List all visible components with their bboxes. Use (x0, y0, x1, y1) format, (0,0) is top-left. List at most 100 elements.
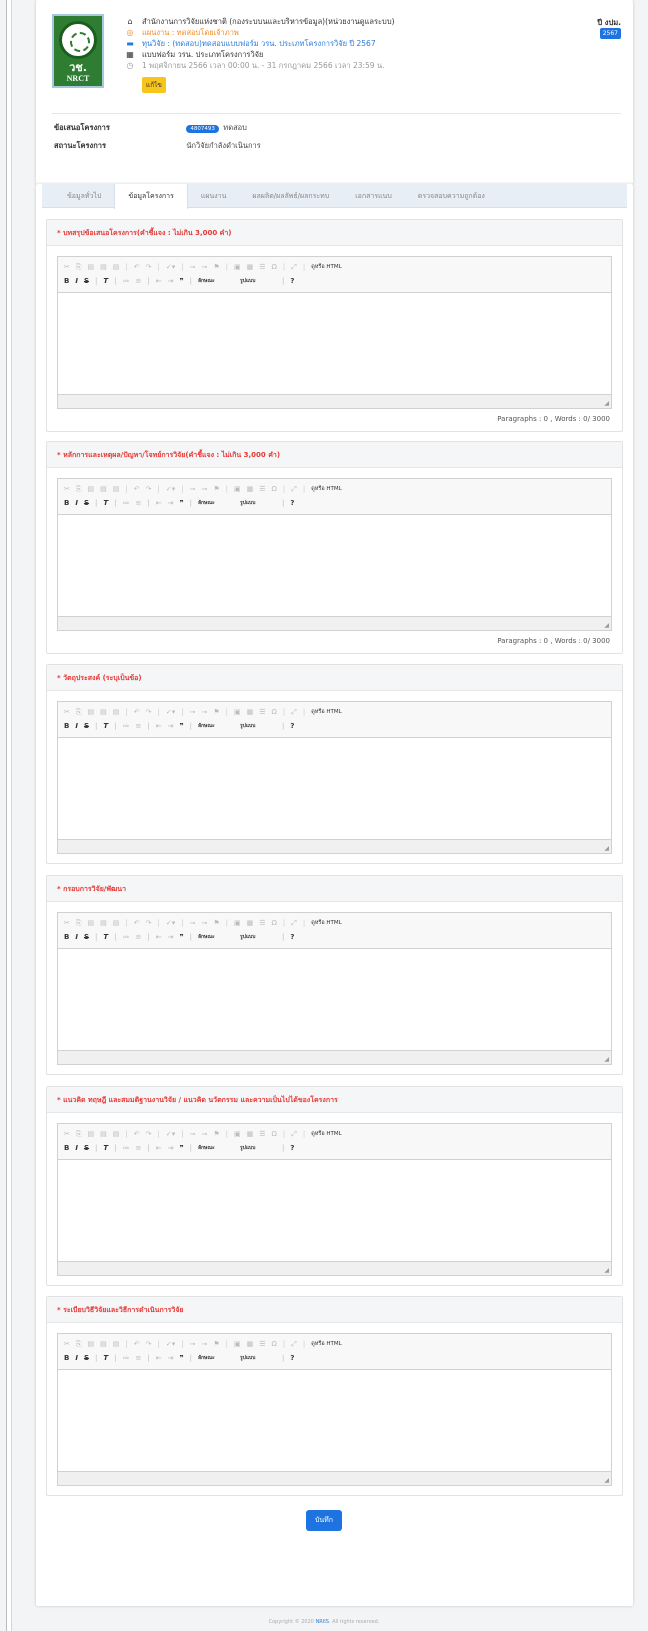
undo-icon[interactable]: ↶ (134, 708, 140, 716)
redo-icon[interactable]: ↷ (146, 1340, 152, 1348)
spellcheck-icon[interactable]: ✓▾ (166, 1130, 175, 1138)
paste-icon[interactable]: ▤ (87, 1130, 94, 1138)
bold-icon[interactable]: B (64, 1144, 69, 1152)
resize-handle-icon[interactable]: ◢ (604, 1477, 609, 1484)
maximize-icon[interactable]: ⤢ (291, 1340, 297, 1349)
redo-icon[interactable]: ↷ (146, 263, 152, 271)
numbered-list-icon[interactable]: ≔ (123, 1354, 130, 1362)
bold-icon[interactable]: B (64, 722, 69, 730)
maximize-icon[interactable]: ⤢ (291, 485, 297, 494)
bold-icon[interactable]: B (64, 933, 69, 941)
strike-icon[interactable]: S (84, 1144, 89, 1152)
hr-icon[interactable]: ☰ (259, 708, 265, 716)
paste-text-icon[interactable]: ▤ (100, 1340, 107, 1348)
link-icon[interactable]: ⊸ (190, 1340, 196, 1348)
link-icon[interactable]: ⊸ (190, 263, 196, 271)
paste-icon[interactable]: ▤ (87, 919, 94, 927)
undo-icon[interactable]: ↶ (134, 1340, 140, 1348)
paste-icon[interactable]: ▤ (87, 1340, 94, 1348)
unlink-icon[interactable]: ⊸ (201, 919, 207, 927)
source-button[interactable]: ดูหรือ HTML (311, 485, 342, 493)
redo-icon[interactable]: ↷ (146, 485, 152, 493)
paste-icon[interactable]: ▤ (87, 263, 94, 271)
copy-icon[interactable]: ⎘ (76, 708, 82, 717)
outdent-icon[interactable]: ⇤ (156, 1354, 162, 1362)
paste-text-icon[interactable]: ▤ (100, 485, 107, 493)
special-char-icon[interactable]: Ω (272, 263, 277, 271)
resize-handle-icon[interactable]: ◢ (604, 1267, 609, 1274)
styles-dropdown[interactable]: ลักษณะ (198, 1354, 234, 1362)
unlink-icon[interactable]: ⊸ (201, 708, 207, 716)
cut-icon[interactable]: ✂ (64, 485, 70, 493)
help-icon[interactable]: ? (290, 933, 294, 941)
copy-icon[interactable]: ⎘ (76, 1130, 82, 1139)
spellcheck-icon[interactable]: ✓▾ (166, 919, 175, 927)
numbered-list-icon[interactable]: ≔ (123, 277, 130, 285)
image-icon[interactable]: ▣ (234, 708, 241, 716)
cut-icon[interactable]: ✂ (64, 1340, 70, 1348)
italic-icon[interactable]: I (75, 933, 78, 941)
editor-content-area[interactable] (58, 949, 611, 1050)
remove-format-icon[interactable]: T (103, 1354, 108, 1362)
italic-icon[interactable]: I (75, 1144, 78, 1152)
table-icon[interactable]: ▦ (247, 919, 254, 927)
redo-icon[interactable]: ↷ (146, 1130, 152, 1138)
bulleted-list-icon[interactable]: ≡ (136, 1144, 142, 1152)
indent-icon[interactable]: ⇥ (168, 933, 174, 941)
spellcheck-icon[interactable]: ✓▾ (166, 485, 175, 493)
indent-icon[interactable]: ⇥ (168, 722, 174, 730)
special-char-icon[interactable]: Ω (272, 485, 277, 493)
numbered-list-icon[interactable]: ≔ (123, 722, 130, 730)
table-icon[interactable]: ▦ (247, 708, 254, 716)
unlink-icon[interactable]: ⊸ (201, 1340, 207, 1348)
bulleted-list-icon[interactable]: ≡ (136, 933, 142, 941)
bulleted-list-icon[interactable]: ≡ (136, 499, 142, 507)
help-icon[interactable]: ? (290, 1354, 294, 1362)
maximize-icon[interactable]: ⤢ (291, 708, 297, 717)
editor-content-area[interactable] (58, 738, 611, 839)
remove-format-icon[interactable]: T (103, 722, 108, 730)
anchor-icon[interactable]: ⚑ (213, 919, 219, 927)
special-char-icon[interactable]: Ω (272, 919, 277, 927)
italic-icon[interactable]: I (75, 722, 78, 730)
save-button[interactable]: บันทึก (306, 1510, 342, 1531)
styles-dropdown[interactable]: ลักษณะ (198, 933, 234, 941)
outdent-icon[interactable]: ⇤ (156, 933, 162, 941)
image-icon[interactable]: ▣ (234, 1130, 241, 1138)
paste-word-icon[interactable]: ▤ (113, 708, 120, 716)
outdent-icon[interactable]: ⇤ (156, 499, 162, 507)
table-icon[interactable]: ▦ (247, 485, 254, 493)
unlink-icon[interactable]: ⊸ (201, 263, 207, 271)
italic-icon[interactable]: I (75, 277, 78, 285)
paste-word-icon[interactable]: ▤ (113, 1130, 120, 1138)
strike-icon[interactable]: S (84, 933, 89, 941)
cut-icon[interactable]: ✂ (64, 263, 70, 271)
numbered-list-icon[interactable]: ≔ (123, 933, 130, 941)
blockquote-icon[interactable]: ❞ (179, 277, 183, 285)
special-char-icon[interactable]: Ω (272, 1340, 277, 1348)
strike-icon[interactable]: S (84, 722, 89, 730)
cut-icon[interactable]: ✂ (64, 919, 70, 927)
spellcheck-icon[interactable]: ✓▾ (166, 263, 175, 271)
hr-icon[interactable]: ☰ (259, 919, 265, 927)
maximize-icon[interactable]: ⤢ (291, 919, 297, 928)
paste-word-icon[interactable]: ▤ (113, 1340, 120, 1348)
bold-icon[interactable]: B (64, 499, 69, 507)
editor-content-area[interactable] (58, 1160, 611, 1261)
spellcheck-icon[interactable]: ✓▾ (166, 708, 175, 716)
source-button[interactable]: ดูหรือ HTML (311, 708, 342, 716)
source-button[interactable]: ดูหรือ HTML (311, 263, 342, 271)
italic-icon[interactable]: I (75, 1354, 78, 1362)
strike-icon[interactable]: S (84, 499, 89, 507)
styles-dropdown[interactable]: ลักษณะ (198, 722, 234, 730)
bulleted-list-icon[interactable]: ≡ (136, 1354, 142, 1362)
undo-icon[interactable]: ↶ (134, 1130, 140, 1138)
styles-dropdown[interactable]: ลักษณะ (198, 1144, 234, 1152)
bulleted-list-icon[interactable]: ≡ (136, 722, 142, 730)
paste-text-icon[interactable]: ▤ (100, 919, 107, 927)
link-icon[interactable]: ⊸ (190, 919, 196, 927)
special-char-icon[interactable]: Ω (272, 1130, 277, 1138)
paste-text-icon[interactable]: ▤ (100, 1130, 107, 1138)
hr-icon[interactable]: ☰ (259, 1130, 265, 1138)
unlink-icon[interactable]: ⊸ (201, 485, 207, 493)
